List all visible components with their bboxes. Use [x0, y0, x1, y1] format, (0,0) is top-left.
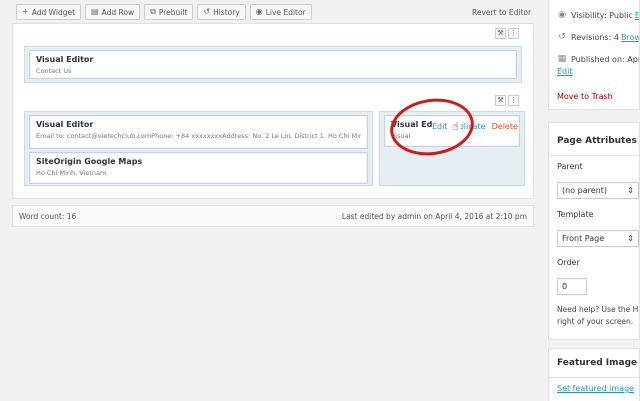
- row-2-column-1: Visual Editor Email to: contact@vietechc…: [24, 111, 373, 186]
- widget-visual-editor-address[interactable]: Visual Editor Email to: contact@vietechc…: [29, 115, 368, 149]
- drag-handle-icon[interactable]: ⋮: [508, 95, 519, 106]
- add-row-button[interactable]: ▤ Add Row: [85, 4, 141, 20]
- order-input[interactable]: 0: [557, 278, 587, 295]
- plus-icon: +: [22, 7, 29, 16]
- page-attributes-box: Page Attributes Parent (no parent) ⇕ Tem…: [548, 122, 640, 340]
- widget-description: Ho Chi Minh, Vietnam: [36, 169, 107, 177]
- widget-delete-link[interactable]: Delete: [492, 122, 518, 131]
- revisions-row: ↺ Revisions: 4 Brow: [557, 32, 639, 42]
- template-select-value: Front Page: [562, 234, 605, 243]
- add-widget-button[interactable]: + Add Widget: [16, 4, 82, 20]
- sidebar: ◉ Visibility: Public Ed ↺ Revisions: 4 B…: [548, 0, 640, 401]
- row-2-tools: ⚒ ⋮: [495, 95, 519, 106]
- prebuilt-button[interactable]: ⧉ Prebuilt: [144, 4, 194, 20]
- revisions-label: Revisions: 4: [571, 32, 619, 42]
- add-widget-label: Add Widget: [31, 7, 76, 17]
- divider: [549, 155, 639, 156]
- widget-visual-editor-contact[interactable]: Visual Editor Contact Us: [29, 50, 517, 79]
- publish-box: ◉ Visibility: Public Ed ↺ Revisions: 4 B…: [548, 0, 640, 110]
- revert-to-editor-link[interactable]: Revert to Editor: [472, 8, 531, 17]
- parent-select-value: (no parent): [562, 186, 607, 195]
- prebuilt-label: Prebuilt: [158, 7, 188, 17]
- updown-arrows-icon: ⇕: [627, 234, 634, 243]
- hand-cursor-icon: ☝: [452, 120, 459, 133]
- last-edited: Last edited by admin on April 4, 2016 at…: [341, 211, 527, 221]
- history-icon: ↺: [203, 7, 211, 16]
- live-editor-label: Live Editor: [265, 7, 306, 17]
- add-row-label: Add Row: [101, 7, 135, 17]
- published-label: Published on: Apr: [571, 54, 640, 64]
- widget-description: Email to: contact@vietechclub.comPhone: …: [36, 132, 361, 140]
- widget-description: Contact Us: [36, 67, 72, 75]
- help-text-line-2: right of your screen.: [557, 317, 634, 326]
- visibility-label: Visibility: Public: [571, 10, 633, 20]
- visibility-edit-link[interactable]: Ed: [635, 11, 639, 20]
- history-label: History: [213, 7, 240, 17]
- wrench-icon[interactable]: ⚒: [495, 95, 506, 106]
- wrench-icon[interactable]: ⚒: [495, 28, 506, 39]
- visibility-row: ◉ Visibility: Public Ed: [557, 10, 639, 20]
- help-text-line-1: Need help? Use the H: [557, 305, 639, 314]
- row-1-cell: Visual Editor Contact Us: [24, 46, 522, 83]
- calendar-icon: ▦: [557, 54, 567, 64]
- template-select[interactable]: Front Page ⇕: [557, 230, 639, 247]
- builder-toolbar: + Add Widget ▤ Add Row ⧉ Prebuilt ↺ Hist…: [16, 4, 312, 20]
- history-icon: ↺: [558, 32, 566, 42]
- drag-handle-icon[interactable]: ⋮: [508, 28, 519, 39]
- row-1-tools: ⚒ ⋮: [495, 28, 519, 39]
- published-row: ▦ Published on: Apr: [557, 54, 640, 64]
- parent-label: Parent: [557, 162, 583, 171]
- featured-image-title: Featured Image: [557, 358, 638, 368]
- live-editor-button[interactable]: ◉ Live Editor: [249, 4, 312, 20]
- divider: [549, 377, 639, 378]
- word-count: Word count: 16: [19, 211, 77, 221]
- order-label: Order: [557, 258, 580, 267]
- status-bar: Word count: 16 Last edited by admin on A…: [12, 205, 534, 227]
- template-label: Template: [557, 210, 594, 219]
- widget-google-maps[interactable]: SiteOrigin Google Maps Ho Chi Minh, Viet…: [29, 152, 368, 184]
- eye-icon: ◉: [558, 10, 566, 20]
- widget-title: Visual Editor: [36, 120, 94, 129]
- published-edit-link[interactable]: Edit: [557, 67, 573, 76]
- parent-select[interactable]: (no parent) ⇕: [557, 182, 639, 199]
- featured-image-box: Featured Image Set featured image: [548, 348, 640, 401]
- row-icon: ▤: [91, 7, 99, 16]
- layout-icon: ⧉: [150, 7, 156, 16]
- page-attributes-title: Page Attributes: [557, 136, 637, 146]
- revisions-browse-link[interactable]: Brow: [621, 33, 639, 42]
- updown-arrows-icon: ⇕: [627, 186, 634, 195]
- widget-title: Visual Editor: [36, 55, 94, 64]
- eye-icon: ◉: [255, 7, 263, 16]
- widget-title: SiteOrigin Google Maps: [36, 157, 143, 166]
- move-to-trash-link[interactable]: Move to Trash: [557, 92, 613, 101]
- set-featured-image-link[interactable]: Set featured image: [557, 384, 634, 393]
- history-button[interactable]: ↺ History: [197, 4, 246, 20]
